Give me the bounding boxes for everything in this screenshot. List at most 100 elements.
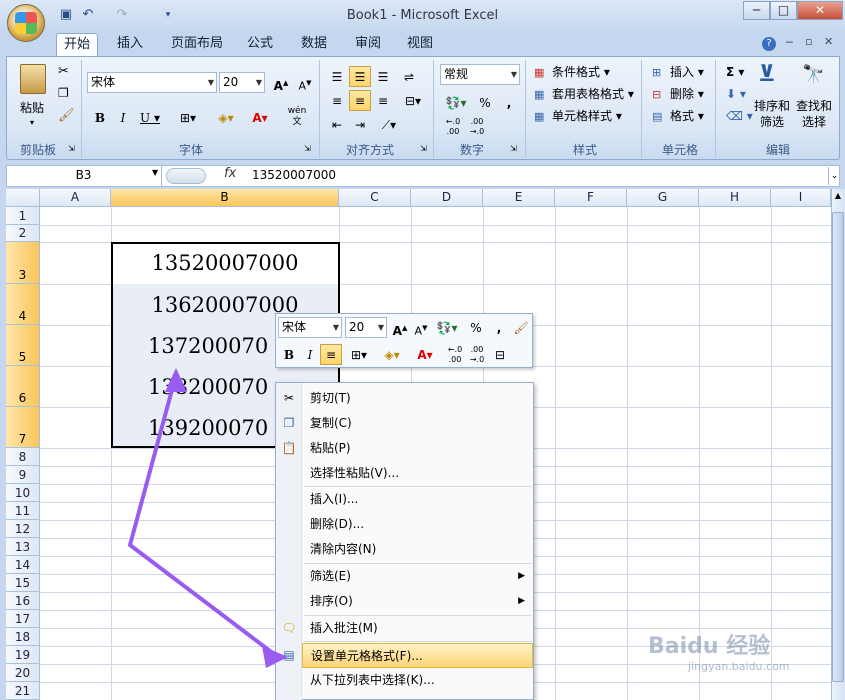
align-right-button[interactable]: ≡	[372, 90, 394, 111]
underline-button[interactable]: U ▾	[135, 107, 165, 128]
ribbon-minimize-icon[interactable]: ─	[786, 36, 793, 49]
column-header-i[interactable]: I	[771, 189, 831, 207]
delete-cells-button[interactable]: 删除 ▾	[670, 84, 704, 104]
ribbon-close-icon[interactable]: ✕	[824, 35, 833, 48]
mini-shrink-font-button[interactable]: A▼	[410, 317, 432, 338]
insert-cells-button[interactable]: 插入 ▾	[670, 62, 704, 82]
row-header[interactable]: 18	[6, 628, 40, 646]
row-header[interactable]: 13	[6, 538, 40, 556]
mini-font-color-button[interactable]: A▾	[410, 344, 440, 365]
minimize-button[interactable]: ─	[743, 1, 770, 20]
name-box-dropdown-icon[interactable]: ▼	[152, 168, 158, 177]
cell-styles-button[interactable]: 单元格样式 ▾	[552, 106, 622, 126]
row-header[interactable]: 12	[6, 520, 40, 538]
row-header[interactable]: 9	[6, 466, 40, 484]
mini-merge-button[interactable]: ⊟	[489, 344, 511, 365]
context-menu-item-cut[interactable]: 剪切(T)	[302, 386, 533, 411]
context-menu-item-paste[interactable]: 粘贴(P)	[302, 436, 533, 461]
mini-currency-button[interactable]: 💱▾	[432, 317, 462, 338]
context-menu-item-sort[interactable]: 排序(O) ▶	[302, 589, 533, 614]
cut-icon[interactable]: ✂	[58, 64, 69, 79]
number-format-combo[interactable]: 常规 ▼	[440, 64, 520, 85]
column-header-d[interactable]: D	[411, 189, 483, 207]
ribbon-restore-icon[interactable]: ▫	[805, 35, 812, 48]
mini-decrease-decimal-button[interactable]: .00 →.0	[466, 344, 488, 365]
decrease-decimal-button[interactable]: .00 →.0	[466, 116, 488, 137]
align-bottom-button[interactable]: ☰	[372, 66, 394, 87]
mini-font-size-combo[interactable]: 20 ▼	[345, 317, 387, 338]
mini-font-name-combo[interactable]: 宋体 ▼	[278, 317, 342, 338]
merge-center-button[interactable]: ⊟▾	[398, 90, 428, 111]
column-header-f[interactable]: F	[555, 189, 627, 207]
tab-insert[interactable]: 插入	[110, 33, 150, 56]
scrollbar-thumb[interactable]	[832, 212, 844, 682]
name-box[interactable]: B3	[6, 165, 162, 187]
column-header-a[interactable]: A	[40, 189, 111, 207]
alignment-launcher-icon[interactable]: ⇲	[420, 144, 427, 153]
font-name-combo[interactable]: 宋体 ▼	[87, 72, 217, 93]
context-menu-item-copy[interactable]: 复制(C)	[302, 411, 533, 436]
context-menu-item-insert-comment[interactable]: 插入批注(M)	[302, 616, 533, 641]
percent-button[interactable]: %	[474, 92, 496, 113]
row-header[interactable]: 7	[6, 407, 40, 448]
context-menu-item-pick-from-list[interactable]: 从下拉列表中选择(K)...	[302, 668, 533, 693]
font-launcher-icon[interactable]: ⇲	[304, 144, 311, 153]
context-menu-item-clear-contents[interactable]: 清除内容(N)	[302, 537, 533, 562]
row-header[interactable]: 20	[6, 664, 40, 682]
row-header[interactable]: 10	[6, 484, 40, 502]
mini-grow-font-button[interactable]: A▲	[389, 317, 411, 338]
row-header[interactable]: 11	[6, 502, 40, 520]
expand-formula-bar-icon[interactable]: ⌄	[828, 167, 840, 185]
tab-data[interactable]: 数据	[292, 33, 336, 56]
mini-comma-button[interactable]: ,	[488, 317, 510, 338]
tab-review[interactable]: 审阅	[348, 33, 388, 56]
clipboard-launcher-icon[interactable]: ⇲	[68, 144, 75, 153]
row-header[interactable]: 4	[6, 284, 40, 325]
find-select-button[interactable]: 查找和 选择	[796, 98, 832, 130]
align-middle-button[interactable]: ☰	[349, 66, 371, 87]
column-header-g[interactable]: G	[627, 189, 699, 207]
tab-view[interactable]: 视图	[400, 33, 440, 56]
format-cells-button[interactable]: 格式 ▾	[670, 106, 704, 126]
comma-button[interactable]: ,	[498, 92, 520, 113]
tab-home[interactable]: 开始	[56, 33, 98, 56]
font-color-button[interactable]: A▾	[244, 107, 276, 128]
italic-button[interactable]: I	[112, 107, 134, 128]
currency-button[interactable]: 💱▾	[440, 92, 472, 113]
row-header[interactable]: 17	[6, 610, 40, 628]
align-center-button[interactable]: ≡	[349, 90, 371, 111]
column-header-c[interactable]: C	[339, 189, 411, 207]
shrink-font-button[interactable]: A▼	[294, 72, 316, 93]
format-painter-icon[interactable]: 🖌	[58, 108, 75, 123]
paste-button-label[interactable]: 粘贴	[20, 98, 44, 118]
row-header[interactable]: 14	[6, 556, 40, 574]
row-header[interactable]: 3	[6, 242, 40, 284]
row-header[interactable]: 6	[6, 366, 40, 407]
formula-bar-resize-handle[interactable]	[166, 168, 206, 184]
fill-color-button[interactable]: ◈▾	[210, 107, 242, 128]
clear-button[interactable]: ⌫ ▾	[726, 106, 753, 126]
number-launcher-icon[interactable]: ⇲	[510, 144, 517, 153]
context-menu-item-format-cells[interactable]: 设置单元格格式(F)...	[302, 643, 533, 668]
mini-percent-button[interactable]: %	[465, 317, 487, 338]
font-size-combo[interactable]: 20 ▼	[219, 72, 265, 93]
fill-button[interactable]: ⬇ ▾	[726, 84, 746, 104]
paste-dropdown-icon[interactable]: ▾	[30, 118, 34, 127]
align-left-button[interactable]: ≡	[326, 90, 348, 111]
row-header[interactable]: 1	[6, 207, 40, 225]
autosum-button[interactable]: Σ ▾	[726, 62, 744, 82]
sort-filter-icon[interactable]: ⊻	[758, 62, 776, 87]
row-header[interactable]: 16	[6, 592, 40, 610]
mini-bold-button[interactable]: B	[278, 344, 300, 365]
row-header[interactable]: 8	[6, 448, 40, 466]
mini-increase-decimal-button[interactable]: ←.0.00	[444, 344, 466, 365]
scroll-up-icon[interactable]: ▲	[832, 190, 844, 202]
tab-formulas[interactable]: 公式	[240, 33, 280, 56]
mini-format-painter-icon[interactable]: 🖌	[510, 317, 532, 338]
help-icon[interactable]: ?	[762, 37, 776, 51]
mini-fill-color-button[interactable]: ◈▾	[377, 344, 407, 365]
format-as-table-button[interactable]: 套用表格格式 ▾	[552, 84, 634, 104]
mini-center-button[interactable]: ≡	[320, 344, 342, 365]
row-header[interactable]: 15	[6, 574, 40, 592]
insert-function-icon[interactable]: fx	[224, 166, 236, 181]
